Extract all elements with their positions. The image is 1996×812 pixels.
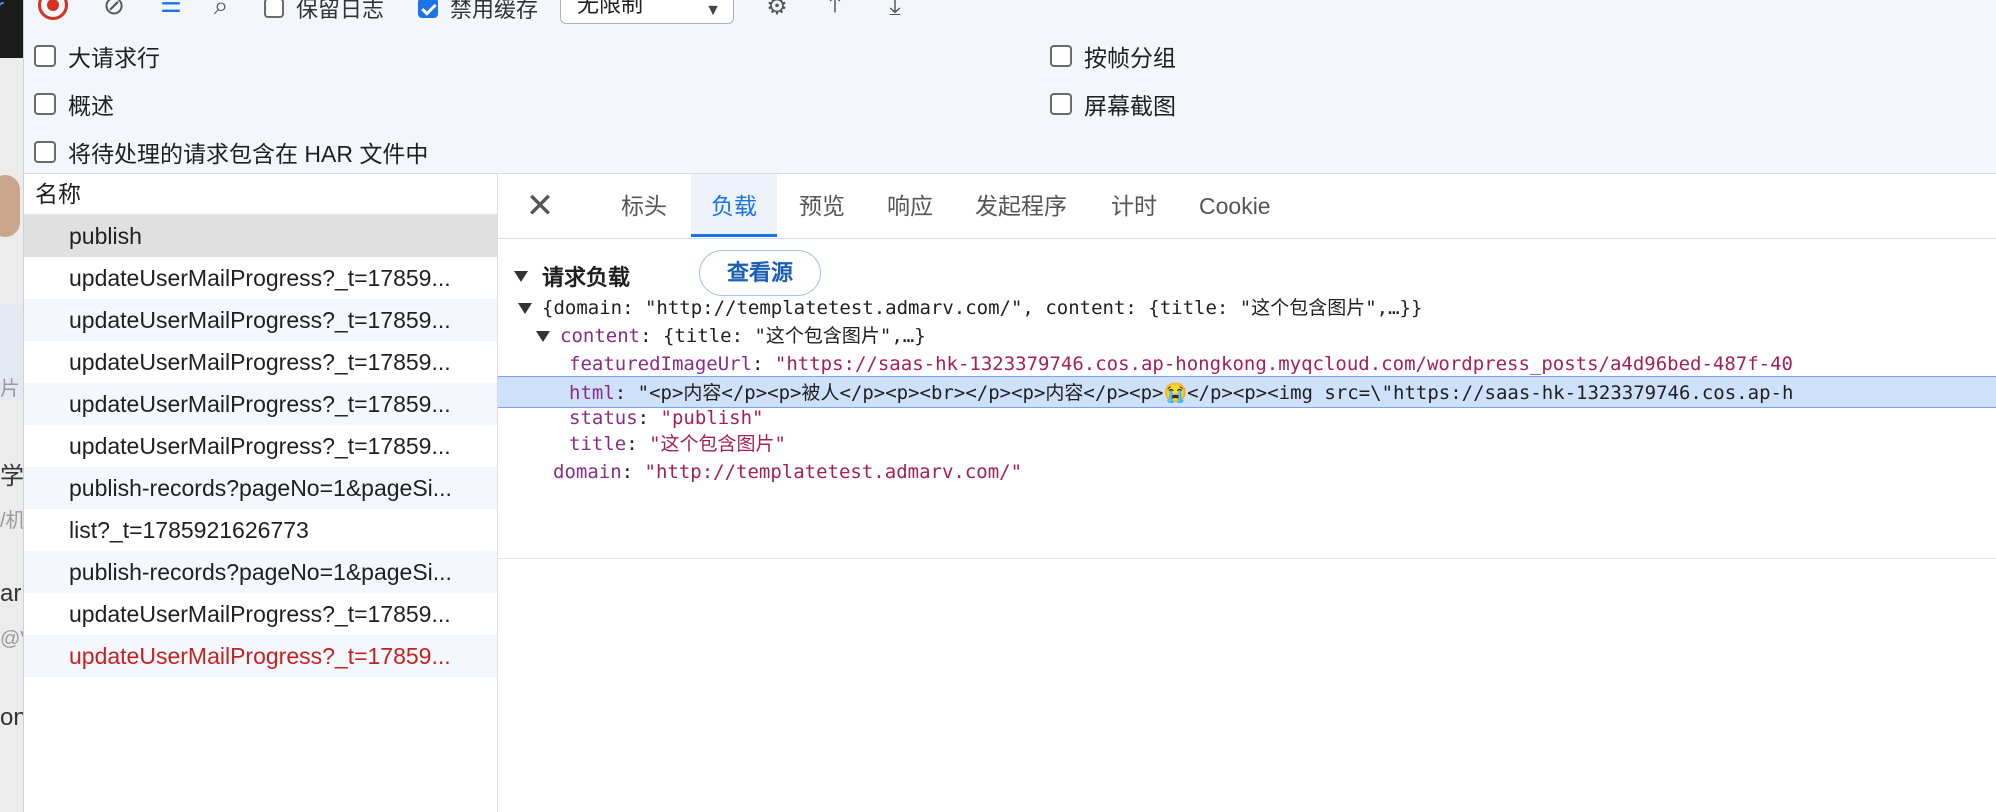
background-page-strip: r 片 学 /机 ar @V on [0, 0, 23, 812]
disable-cache-label: 禁用缓存 [450, 0, 539, 22]
request-row[interactable]: updateUserMailProgress?_t=17859... [24, 257, 497, 299]
throttle-value: 无限制 [577, 0, 644, 17]
title-value: "这个包含图片" [649, 433, 786, 455]
request-list: 名称 publish updateUserMailProgress?_t=178… [24, 174, 498, 812]
record-stop-icon[interactable] [38, 0, 68, 20]
checkbox-box-checked[interactable] [418, 0, 438, 18]
screenshots-label: 屏幕截图 [1084, 93, 1176, 119]
tab-response[interactable]: 响应 [867, 174, 953, 236]
page-fragment: @V [0, 628, 23, 650]
overview-label: 概述 [68, 93, 114, 119]
tab-initiator[interactable]: 发起程序 [955, 174, 1087, 236]
checkbox-box[interactable] [34, 93, 56, 115]
page-fragment: 学 [0, 463, 23, 490]
payload-title: 请求负载 [542, 265, 631, 290]
page-fragment: /机 [0, 510, 23, 532]
domain-value: "http://templatetest.admarv.com/" [644, 461, 1023, 483]
har-pending-option[interactable]: 将待处理的请求包含在 HAR 文件中 [34, 135, 428, 169]
throttle-select[interactable]: 无限制 ▼ [560, 0, 734, 24]
preserve-log-label: 保留日志 [296, 0, 385, 22]
chevron-down-icon: ▼ [705, 2, 721, 19]
preserve-log-checkbox[interactable]: 保留日志 [264, 0, 384, 24]
group-by-frame-label: 按帧分组 [1084, 45, 1176, 71]
tab-payload[interactable]: 负载 [691, 174, 777, 237]
request-row[interactable]: publish [24, 215, 497, 257]
title-key: title [569, 433, 627, 455]
disable-cache-checkbox[interactable]: 禁用缓存 [418, 0, 538, 24]
content-key: content [560, 325, 641, 347]
checkbox-box[interactable] [1050, 45, 1072, 67]
expand-triangle-icon[interactable] [536, 331, 550, 342]
status-value: "publish" [660, 407, 764, 429]
page-fragment: ar [0, 580, 22, 607]
screenshots-option[interactable]: 屏幕截图 [1050, 87, 1176, 121]
featured-key: featuredImageUrl [569, 353, 753, 375]
page-fragment: 片 [0, 378, 20, 400]
page-fragment: r [0, 0, 4, 22]
featured-value: "https://saas-hk-1323379746.cos.ap-hongk… [774, 353, 1793, 375]
request-row[interactable]: publish-records?pageNo=1&pageSi... [24, 551, 497, 593]
request-row[interactable]: publish-records?pageNo=1&pageSi... [24, 467, 497, 509]
expand-triangle-icon[interactable] [518, 303, 532, 314]
clear-icon[interactable]: ⊘ [99, 0, 129, 18]
large-rows-label: 大请求行 [68, 45, 160, 71]
payload-root-summary: {domain: "http://templatetest.admarv.com… [542, 297, 1423, 319]
import-har-icon[interactable]: ⤒ [820, 0, 850, 16]
checkbox-box[interactable] [1050, 93, 1072, 115]
network-conditions-icon[interactable]: ⚙ [762, 0, 792, 20]
devtools-network-panel: ⊘ ☰ ⌕ 保留日志 禁用缓存 无限制 ▼ ⚙ ⤒ ⤓ 大请求行 按帧分组 概述… [23, 0, 1996, 812]
domain-line[interactable]: domain: "http://templatetest.admarv.com/… [498, 456, 1996, 488]
request-row-error[interactable]: updateUserMailProgress?_t=17859... [24, 635, 497, 677]
request-detail-pane: ✕ 标头 负载 预览 响应 发起程序 计时 Cookie 请求负载 查看源 {d… [498, 174, 1996, 812]
html-key: html [569, 382, 615, 404]
request-row[interactable]: updateUserMailProgress?_t=17859... [24, 593, 497, 635]
expand-triangle-icon[interactable] [514, 270, 528, 282]
name-column-header[interactable]: 名称 [24, 174, 497, 215]
status-key: status [569, 407, 638, 429]
detail-tabbar: ✕ 标头 负载 预览 响应 发起程序 计时 Cookie [498, 174, 1996, 239]
html-value: "<p>内容</p><p>被人</p><p><br></p><p>内容</p><… [637, 382, 1794, 404]
tab-cookies[interactable]: Cookie [1179, 174, 1291, 236]
payload-section-header[interactable]: 请求负载 [514, 260, 630, 292]
request-row[interactable]: updateUserMailProgress?_t=17859... [24, 425, 497, 467]
group-by-frame-option[interactable]: 按帧分组 [1050, 39, 1176, 73]
tab-headers[interactable]: 标头 [601, 174, 687, 236]
search-icon[interactable]: ⌕ [206, 0, 236, 18]
close-icon[interactable]: ✕ [520, 186, 560, 226]
har-pending-label: 将待处理的请求包含在 HAR 文件中 [68, 141, 429, 167]
request-payload-section: 请求负载 查看源 {domain: "http://templatetest.a… [498, 238, 1996, 559]
large-rows-option[interactable]: 大请求行 [34, 39, 160, 73]
view-source-button[interactable]: 查看源 [699, 250, 821, 296]
request-row[interactable]: updateUserMailProgress?_t=17859... [24, 383, 497, 425]
overview-option[interactable]: 概述 [34, 87, 114, 121]
request-row[interactable]: list?_t=1785921626773 [24, 509, 497, 551]
content-summary: {title: "这个包含图片",…} [662, 325, 926, 347]
request-row[interactable]: updateUserMailProgress?_t=17859... [24, 299, 497, 341]
network-settings-options: 大请求行 按帧分组 概述 屏幕截图 将待处理的请求包含在 HAR 文件中 [24, 29, 1996, 174]
tab-timing[interactable]: 计时 [1091, 174, 1177, 236]
domain-key: domain [553, 461, 622, 483]
export-har-icon[interactable]: ⤓ [880, 0, 910, 18]
page-fragment: on [0, 704, 23, 731]
tab-preview[interactable]: 预览 [779, 174, 865, 236]
checkbox-box[interactable] [264, 0, 284, 18]
avatar [0, 175, 20, 237]
checkbox-box[interactable] [34, 45, 56, 67]
filter-icon[interactable]: ☰ [156, 0, 186, 18]
request-row[interactable]: updateUserMailProgress?_t=17859... [24, 341, 497, 383]
checkbox-box[interactable] [34, 141, 56, 163]
network-toolbar: ⊘ ☰ ⌕ 保留日志 禁用缓存 无限制 ▼ ⚙ ⤒ ⤓ [24, 0, 1996, 30]
